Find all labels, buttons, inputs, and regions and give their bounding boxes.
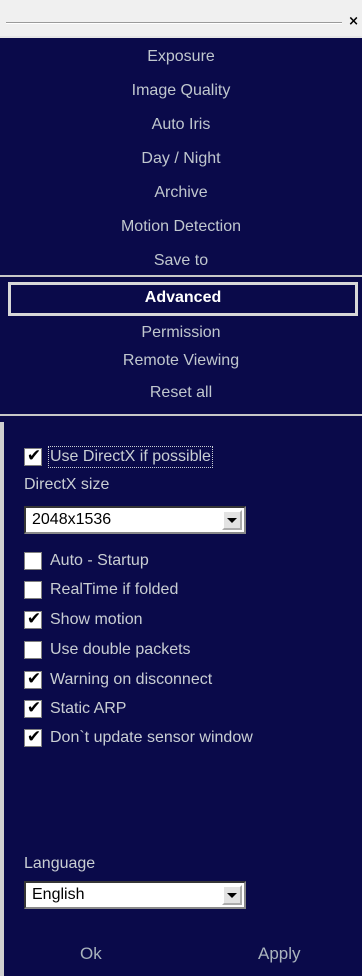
auto-startup-checkbox[interactable] — [24, 552, 42, 570]
option-row-show-motion[interactable]: ✔ Show motion — [24, 608, 143, 632]
use-double-packets-checkbox[interactable] — [24, 641, 42, 659]
check-icon: ✔ — [26, 727, 42, 747]
chevron-down-icon — [227, 518, 237, 523]
menu-item-save-to[interactable]: Save to — [0, 252, 362, 270]
menu-item-advanced[interactable]: Advanced — [8, 282, 358, 316]
option-row-warning-on-disconnect[interactable]: ✔ Warning on disconnect — [24, 668, 212, 692]
realtime-if-folded-checkbox[interactable] — [24, 581, 42, 599]
directx-size-select[interactable]: 2048x1536 — [24, 506, 246, 534]
check-icon: ✔ — [26, 669, 42, 689]
menu-item-image-quality[interactable]: Image Quality — [0, 82, 362, 100]
apply-button[interactable]: Apply — [258, 944, 301, 964]
option-row-dont-update-sensor-window[interactable]: ✔ Don`t update sensor window — [24, 726, 253, 750]
menu-item-reset-all[interactable]: Reset all — [0, 384, 362, 402]
menu-item-auto-iris[interactable]: Auto Iris — [0, 116, 362, 134]
show-motion-checkbox[interactable]: ✔ — [24, 609, 42, 629]
use-double-packets-label: Use double packets — [50, 641, 191, 658]
menu-item-remote-viewing[interactable]: Remote Viewing — [0, 352, 362, 370]
auto-startup-label: Auto - Startup — [50, 552, 149, 569]
section-divider — [0, 414, 362, 416]
static-arp-checkbox[interactable]: ✔ — [24, 698, 42, 718]
option-row-static-arp[interactable]: ✔ Static ARP — [24, 697, 126, 721]
static-arp-label: Static ARP — [50, 700, 127, 717]
dont-update-sensor-window-checkbox[interactable]: ✔ — [24, 727, 42, 747]
check-icon: ✔ — [26, 698, 42, 718]
use-directx-checkbox-row[interactable]: ✔ Use DirectX if possible — [24, 445, 213, 469]
title-bar: × — [0, 0, 362, 36]
language-label: Language — [24, 855, 96, 872]
directx-size-label: DirectX size — [24, 476, 110, 493]
option-row-use-double-packets[interactable]: Use double packets — [24, 638, 191, 662]
directx-size-value: 2048x1536 — [32, 511, 112, 528]
category-menu: Exposure Image Quality Auto Iris Day / N… — [0, 36, 362, 418]
ok-button[interactable]: Ok — [80, 944, 102, 964]
show-motion-label: Show motion — [50, 611, 143, 628]
menu-item-day-night[interactable]: Day / Night — [0, 150, 362, 168]
use-directx-checkbox[interactable]: ✔ — [24, 446, 42, 466]
close-icon[interactable]: × — [348, 14, 359, 29]
menu-item-permission[interactable]: Permission — [0, 324, 362, 342]
realtime-if-folded-label: RealTime if folded — [50, 581, 179, 598]
warning-on-disconnect-label: Warning on disconnect — [50, 671, 213, 688]
use-directx-label: Use DirectX if possible — [48, 446, 213, 468]
dropdown-button[interactable] — [222, 510, 242, 530]
menu-divider — [0, 275, 362, 277]
check-icon: ✔ — [26, 446, 42, 466]
menu-item-archive[interactable]: Archive — [0, 184, 362, 202]
chevron-down-icon — [227, 893, 237, 898]
language-value: English — [32, 886, 85, 903]
dont-update-sensor-window-label: Don`t update sensor window — [50, 729, 253, 746]
option-row-realtime-if-folded[interactable]: RealTime if folded — [24, 578, 178, 602]
language-select[interactable]: English — [24, 881, 246, 909]
menu-item-motion-detection[interactable]: Motion Detection — [0, 218, 362, 236]
warning-on-disconnect-checkbox[interactable]: ✔ — [24, 669, 42, 689]
menu-item-exposure[interactable]: Exposure — [0, 48, 362, 66]
option-row-auto-startup[interactable]: Auto - Startup — [24, 549, 149, 573]
check-icon: ✔ — [26, 609, 42, 629]
dropdown-button[interactable] — [222, 885, 242, 905]
title-grip — [6, 22, 342, 24]
